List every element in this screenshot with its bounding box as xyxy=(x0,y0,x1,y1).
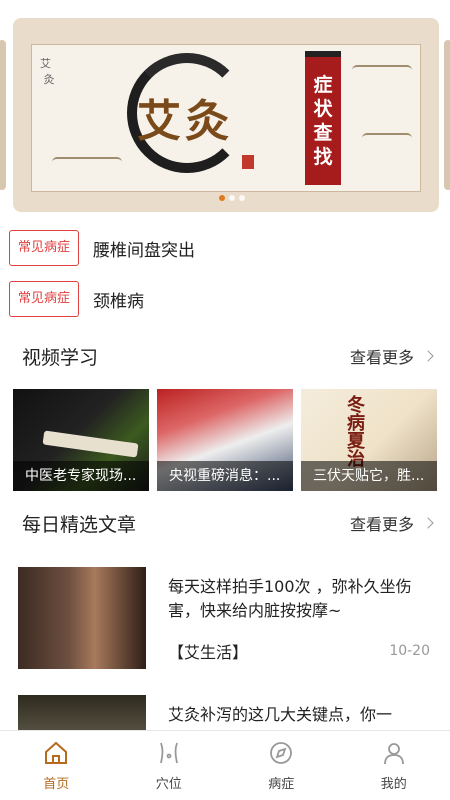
banner-carousel[interactable]: 艾 灸 艾灸 症 状 查 找 xyxy=(0,0,450,222)
video-section-header: 视频学习 查看更多 xyxy=(22,341,434,371)
video-card[interactable]: 中医老专家现场... xyxy=(13,389,149,491)
section-title: 视频学习 xyxy=(22,346,99,369)
indicator-dot xyxy=(229,195,235,201)
carousel-indicator xyxy=(219,195,245,201)
tab-label: 我的 xyxy=(380,777,407,792)
tab-disease[interactable]: 病症 xyxy=(225,731,338,800)
video-more-link[interactable]: 查看更多 xyxy=(350,344,434,368)
bottom-tab-bar: 首页 穴位 病症 我的 xyxy=(0,730,450,800)
banner-slide[interactable]: 艾 灸 艾灸 症 状 查 找 xyxy=(13,18,439,212)
article-item[interactable]: 艾灸补泻的这几大关键点，你一 xyxy=(18,695,430,735)
article-thumbnail xyxy=(18,695,146,735)
moxa-stick-image xyxy=(42,430,139,458)
video-caption: 三伏天贴它，胜... xyxy=(301,461,437,491)
cloud-ornament xyxy=(352,65,412,75)
tab-home[interactable]: 首页 xyxy=(0,731,113,800)
article-title: 每天这样拍手100次 ，弥补久坐伤害，快来给内脏按按摩~ xyxy=(168,577,412,620)
red-seal xyxy=(242,155,254,169)
cloud-ornament xyxy=(52,157,122,167)
tab-label: 穴位 xyxy=(155,777,182,792)
article-thumbnail xyxy=(18,567,146,669)
indicator-dot xyxy=(239,195,245,201)
body-icon xyxy=(159,742,178,764)
article-section-header: 每日精选文章 查看更多 xyxy=(22,508,434,538)
banner-artwork: 艾 灸 艾灸 症 状 查 找 xyxy=(31,44,421,192)
section-title: 每日精选文章 xyxy=(22,513,137,536)
next-slide-peek xyxy=(444,40,450,190)
symptom-label: 颈椎病 xyxy=(93,291,145,312)
article-title: 艾灸补泻的这几大关键点，你一 xyxy=(168,705,393,724)
banner-red-tag: 症 状 查 找 xyxy=(305,57,341,185)
article-more-link[interactable]: 查看更多 xyxy=(350,511,434,535)
symptom-item[interactable]: 常见病症 腰椎间盘突出 xyxy=(9,229,195,267)
symptom-tag: 常见病症 xyxy=(9,230,80,266)
user-icon xyxy=(383,743,404,765)
tab-label: 病症 xyxy=(268,777,295,792)
video-caption: 中医老专家现场... xyxy=(13,461,149,491)
cloud-ornament xyxy=(362,133,412,143)
compass-icon xyxy=(270,742,293,764)
prev-slide-peek xyxy=(0,40,6,190)
symptom-tag: 常见病症 xyxy=(9,281,80,317)
brand-logo: 艾 灸 xyxy=(40,57,55,86)
tab-acupoint[interactable]: 穴位 xyxy=(113,731,226,800)
calligraphy-image: 冬病夏治 xyxy=(344,395,365,467)
article-date: 10-20 xyxy=(389,643,430,659)
chevron-right-icon xyxy=(422,350,434,362)
video-card[interactable]: 冬病夏治 三伏天贴它，胜... xyxy=(301,389,437,491)
indicator-dot-active xyxy=(219,195,225,201)
article-source: 【艾生活】 xyxy=(168,643,249,662)
video-caption: 央视重磅消息：... xyxy=(157,461,293,491)
tab-mine[interactable]: 我的 xyxy=(338,731,450,800)
home-icon xyxy=(45,741,68,764)
symptom-item[interactable]: 常见病症 颈椎病 xyxy=(9,280,144,318)
chevron-right-icon xyxy=(422,517,434,529)
video-list: 中医老专家现场... 央视重磅消息：... 冬病夏治 三伏天贴它，胜... xyxy=(13,389,450,491)
banner-brush-title: 艾灸 xyxy=(137,96,233,147)
article-item[interactable]: 每天这样拍手100次 ，弥补久坐伤害，快来给内脏按按摩~ 【艾生活】 10-20 xyxy=(18,567,430,669)
tab-label: 首页 xyxy=(43,777,70,792)
symptom-label: 腰椎间盘突出 xyxy=(93,240,196,261)
video-card[interactable]: 央视重磅消息：... xyxy=(157,389,293,491)
